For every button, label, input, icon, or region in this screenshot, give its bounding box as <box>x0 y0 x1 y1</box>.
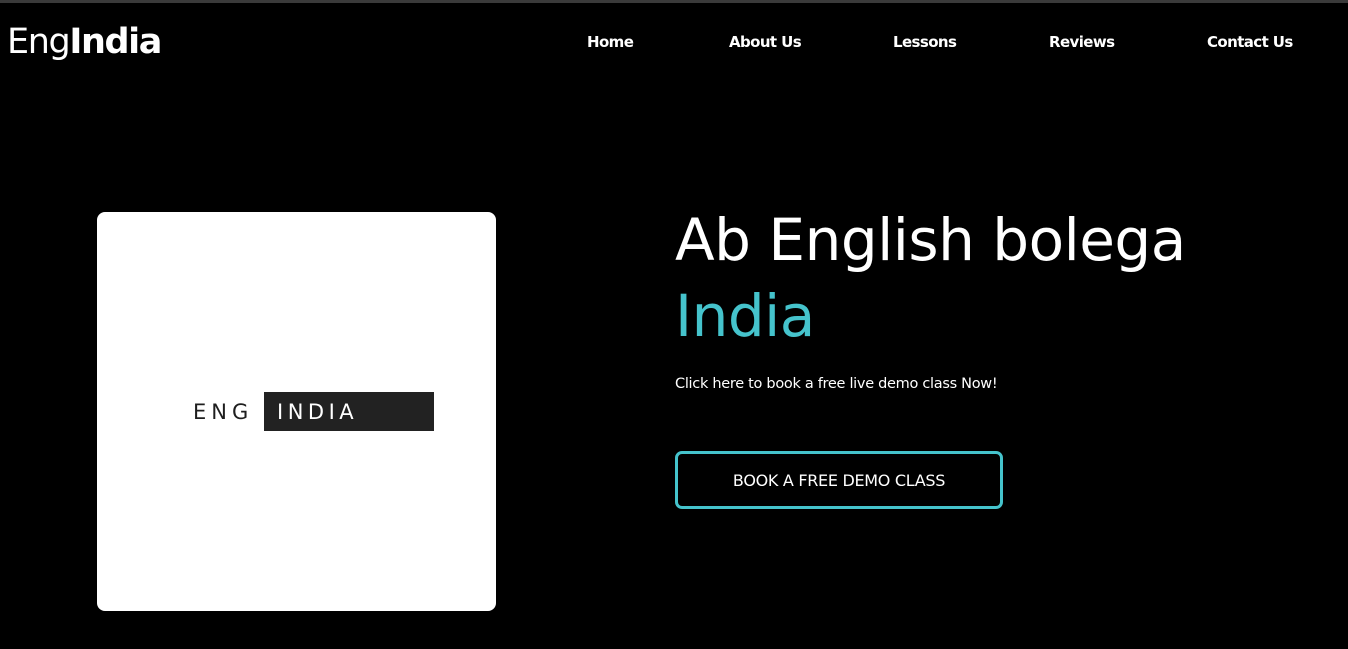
logo-eng-text: ENG <box>193 400 254 424</box>
brand-logo-link[interactable]: EngIndia <box>7 21 162 63</box>
nav-lessons[interactable]: Lessons <box>893 31 957 53</box>
nav-home[interactable]: Home <box>587 31 634 53</box>
nav-reviews[interactable]: Reviews <box>1049 31 1115 53</box>
hero-logo-image: ENG INDIA <box>97 212 496 611</box>
browser-top-border <box>0 0 1348 3</box>
brand-prefix: Eng <box>7 22 71 62</box>
hero-subtitle: Click here to book a free live demo clas… <box>675 376 998 392</box>
hero-title-accent: India <box>675 282 815 350</box>
brand-suffix: India <box>69 22 162 62</box>
nav-about-us[interactable]: About Us <box>729 31 802 53</box>
page: EngIndia Home About Us Lessons Reviews C… <box>0 0 1348 649</box>
logo-india-text: INDIA <box>277 400 359 424</box>
book-demo-button[interactable]: BOOK A FREE DEMO CLASS <box>675 451 1003 509</box>
nav-contact-us[interactable]: Contact Us <box>1207 31 1293 53</box>
logo-india-box: INDIA <box>264 392 434 431</box>
hero-title: Ab English bolega <box>675 206 1186 274</box>
